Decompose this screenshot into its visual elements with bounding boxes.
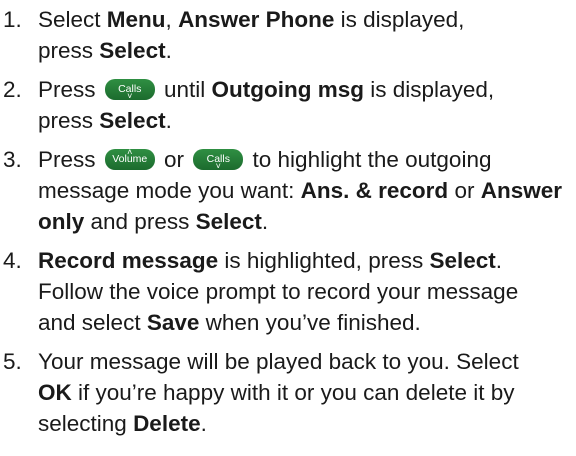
- step-number: 3.: [3, 147, 22, 172]
- text-run: .: [165, 108, 172, 133]
- text-run: .: [261, 209, 269, 234]
- text-run: selecting: [38, 411, 134, 436]
- bold-term: Answer: [480, 178, 562, 203]
- bold-term: OK: [38, 380, 72, 405]
- instruction-step: 1. Select Menu, Answer Phone is displayed…: [0, 4, 576, 66]
- key-label: Calls: [118, 83, 142, 95]
- text-run: .: [165, 38, 172, 63]
- instruction-step: 3. Press ˄ Volume or ˅ Calls to highlight t…: [0, 144, 576, 237]
- text-run: Follow the voice prompt to record your m…: [38, 279, 519, 304]
- instruction-list: 1. Select Menu, Answer Phone is displayed…: [0, 4, 576, 447]
- bold-term: only: [38, 209, 85, 234]
- bold-term: Select: [195, 209, 262, 234]
- bold-term: Ans. & record: [300, 178, 449, 203]
- text-run: Your message will be played back to you.…: [38, 349, 519, 374]
- text-run: and press: [84, 209, 196, 234]
- bold-term: Select: [99, 108, 166, 133]
- text-run: Press: [38, 77, 102, 102]
- bold-term: Select: [99, 38, 166, 63]
- step-number: 1.: [3, 7, 22, 32]
- text-run: Press: [38, 147, 102, 172]
- text-run: Select: [38, 7, 107, 32]
- text-run: if you’re happy with it or you can delet…: [71, 380, 515, 405]
- step-text: Record message is highlighted, press Sel…: [38, 245, 576, 338]
- text-run: .: [495, 248, 503, 273]
- key-label: Calls: [206, 153, 230, 165]
- step-text: Your message will be played back to you.…: [38, 346, 576, 439]
- text-run: or: [448, 178, 481, 203]
- text-run: when you’ve finished.: [199, 310, 421, 335]
- bold-term: Delete: [133, 411, 201, 436]
- bold-term: Outgoing msg: [211, 77, 365, 102]
- text-run: .: [200, 411, 207, 436]
- key-label: Volume: [112, 153, 148, 165]
- instruction-step: 2. Press ˅ Calls until Outgoing msg is dis…: [0, 74, 576, 136]
- instruction-step: 5. Your message will be played back to yo…: [0, 346, 576, 439]
- calls-key-icon: ˅ Calls: [104, 79, 155, 101]
- text-run: to highlight the outgoing: [246, 147, 492, 172]
- text-run: is displayed,: [334, 7, 465, 32]
- bold-term: Select: [429, 248, 496, 273]
- step-number: 2.: [3, 77, 22, 102]
- step-text: Select Menu, Answer Phone is displayed, p…: [38, 4, 576, 66]
- text-run: is displayed,: [364, 77, 495, 102]
- text-run: message mode you want:: [38, 178, 301, 203]
- step-text: Press ˅ Calls until Outgoing msg is displ…: [38, 74, 576, 136]
- calls-key-icon: ˅ Calls: [193, 149, 244, 171]
- text-run: or: [157, 147, 191, 172]
- instruction-step: 4. Record message is highlighted, press S…: [0, 245, 576, 338]
- bold-term: Menu: [106, 7, 166, 32]
- text-run: ,: [165, 7, 179, 32]
- step-number: 4.: [3, 248, 22, 273]
- text-run: press: [38, 38, 100, 63]
- bold-term: Record message: [38, 248, 219, 273]
- text-run: is highlighted, press: [218, 248, 430, 273]
- text-run: press: [38, 108, 100, 133]
- volume-key-icon: ˄ Volume: [104, 148, 155, 170]
- text-run: and select: [38, 310, 147, 335]
- step-text: Press ˄ Volume or ˅ Calls to highlight the…: [38, 144, 576, 237]
- bold-term: Answer Phone: [178, 7, 335, 32]
- text-run: until: [157, 77, 212, 102]
- bold-term: Save: [146, 310, 200, 335]
- step-number: 5.: [3, 349, 22, 374]
